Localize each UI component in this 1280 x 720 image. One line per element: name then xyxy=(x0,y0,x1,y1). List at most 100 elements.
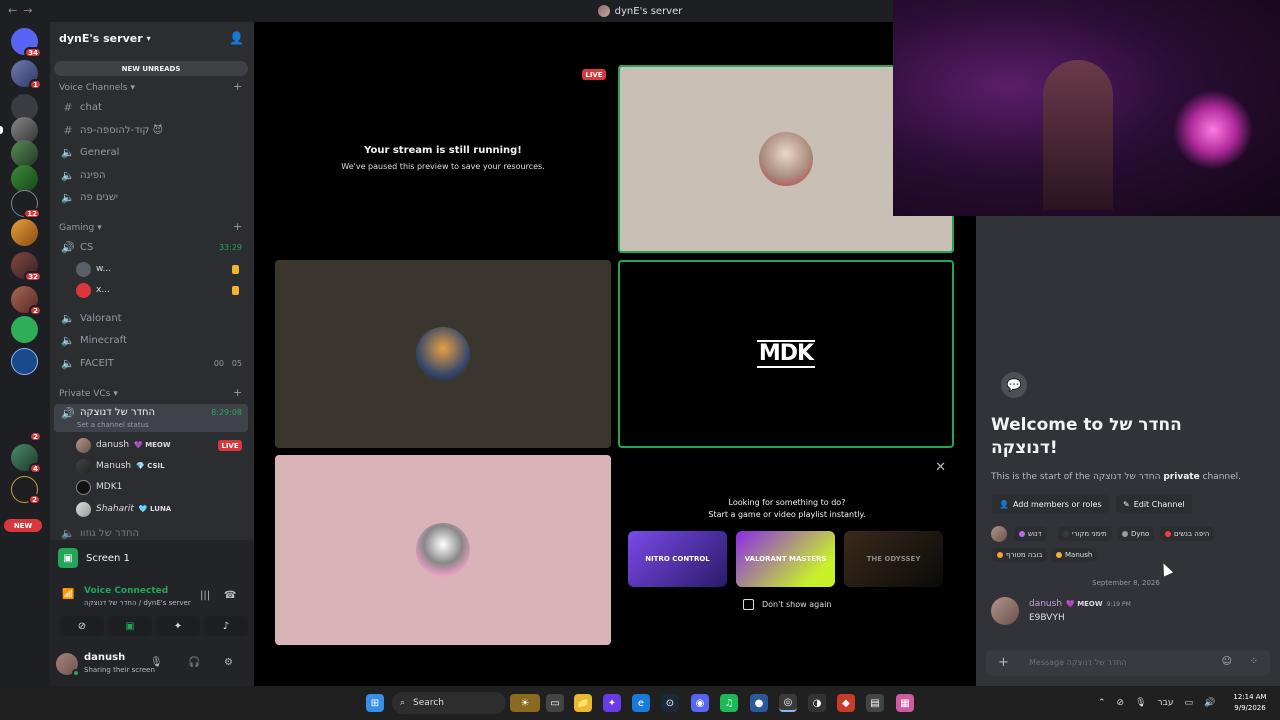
network-off-icon[interactable]: ⊘ xyxy=(1117,698,1125,708)
server-icon[interactable]: 1 xyxy=(11,60,42,90)
activities-button[interactable]: ✦ xyxy=(156,616,200,636)
voice-user[interactable]: MDK1 xyxy=(76,478,122,496)
role-chip[interactable]: היפה בנשים xyxy=(1160,527,1215,541)
language-indicator[interactable]: עבר xyxy=(1158,698,1174,708)
soundboard-button[interactable]: ♪ xyxy=(204,616,248,636)
add-members-button[interactable]: 👤 Add members or roles xyxy=(992,495,1109,513)
voice-user[interactable]: x... xyxy=(76,281,110,299)
category-gaming[interactable]: Gaming ▾ xyxy=(59,223,102,233)
voice-user[interactable]: danush 💜 MEOW xyxy=(76,436,171,454)
signal-icon[interactable]: 📶 xyxy=(62,589,74,600)
volume-icon[interactable]: 🔊 xyxy=(1204,698,1215,708)
camera-off-button[interactable]: ⊘ xyxy=(60,616,104,636)
screen-share-button[interactable]: ▣ xyxy=(108,616,152,636)
clock[interactable]: 12:14 AM 9/9/2026 xyxy=(1226,692,1274,714)
add-channel-icon[interactable]: + xyxy=(233,386,242,399)
app-icon[interactable]: ▤ xyxy=(866,694,884,712)
widgets-icon[interactable]: ☀ xyxy=(510,694,540,712)
add-channel-icon[interactable]: + xyxy=(233,220,242,233)
voice-user[interactable]: Manush 💎 CSIL xyxy=(76,457,165,475)
server-icon[interactable]: 32 xyxy=(11,252,42,282)
participant-tile[interactable] xyxy=(275,455,611,645)
plus-icon[interactable]: + xyxy=(998,655,1009,670)
new-unreads-banner[interactable]: NEW UNREADS xyxy=(54,61,248,76)
role-chip[interactable]: Dyno xyxy=(1117,527,1155,541)
dont-show-label[interactable]: Don't show again xyxy=(762,600,831,609)
channel-faceit[interactable]: 🔈 FACEIT 00 05 xyxy=(54,353,248,373)
microphone-icon[interactable]: 🎙 xyxy=(150,657,163,668)
server-icon[interactable] xyxy=(11,316,38,343)
voice-connected-label[interactable]: Voice Connected xyxy=(84,586,168,596)
server-icon[interactable]: 4 xyxy=(11,444,42,474)
channel-corner[interactable]: 🔈 הפינה xyxy=(54,165,248,185)
category-private-vcs[interactable]: Private VCs ▾ xyxy=(59,389,118,399)
gear-icon[interactable]: ⚙ xyxy=(224,657,233,668)
microphone-icon[interactable]: 🎙 xyxy=(1135,698,1146,708)
copilot-icon[interactable]: ✦ xyxy=(603,694,621,712)
edit-channel-button[interactable]: ✎ Edit Channel xyxy=(1116,495,1192,513)
invite-people-icon[interactable]: 👤 xyxy=(229,31,244,45)
role-chip[interactable]: בובה מטורף xyxy=(992,548,1048,562)
channel-sleeping[interactable]: 🔈 ישנים פה xyxy=(54,187,248,207)
start-icon[interactable]: ⊞ xyxy=(366,694,384,712)
channel-valorant[interactable]: 🔈 Valorant xyxy=(54,308,248,328)
channel-next-room[interactable]: 🔈 החדר של גוזוו xyxy=(54,526,248,540)
server-icon[interactable]: 2 xyxy=(11,286,42,316)
close-icon[interactable]: ✕ xyxy=(935,460,946,475)
composer-placeholder[interactable]: Message החדר של דנוצקה xyxy=(1029,658,1127,667)
file-explorer-icon[interactable]: 📁 xyxy=(574,694,592,712)
app-icon[interactable]: ◑ xyxy=(808,694,826,712)
network-icon[interactable]: ▭ xyxy=(1184,698,1193,708)
task-view-icon[interactable]: ▭ xyxy=(546,694,564,712)
participant-tile[interactable]: MDK xyxy=(618,260,954,448)
app-icon[interactable]: ◆ xyxy=(837,694,855,712)
user-name[interactable]: danush xyxy=(84,652,125,663)
disconnect-icon[interactable]: ☎ xyxy=(224,590,236,601)
message-author[interactable]: danush xyxy=(1029,599,1062,609)
dont-show-checkbox[interactable] xyxy=(743,599,754,610)
channel-chat[interactable]: # chat xyxy=(54,97,248,117)
app-icon[interactable]: ▦ xyxy=(896,694,914,712)
discord-icon[interactable]: ◉ xyxy=(691,694,709,712)
spotify-icon[interactable]: ♫ xyxy=(720,694,738,712)
edge-icon[interactable]: e xyxy=(632,694,650,712)
history-nav-icons[interactable]: ←→ xyxy=(8,4,38,17)
direct-messages-icon[interactable]: 34 xyxy=(11,28,42,58)
category-voice-channels[interactable]: Voice Channels ▾ xyxy=(59,83,135,93)
game-card[interactable]: NITRO CONTROL xyxy=(628,531,727,587)
channel-invite-code[interactable]: # קוד-להוספה-פה 😈 xyxy=(54,120,248,140)
emoji-icon[interactable]: ☺ xyxy=(1222,656,1232,667)
noise-suppression-icon[interactable]: ||| xyxy=(200,590,210,601)
app-icon[interactable]: ● xyxy=(750,694,768,712)
participant-tile[interactable] xyxy=(275,260,611,448)
taskbar-search[interactable]: ⌕ Search xyxy=(392,692,506,714)
server-icon[interactable]: 2 xyxy=(11,412,42,442)
headphones-icon[interactable]: 🎧 xyxy=(188,657,200,668)
channel-minecraft[interactable]: 🔈 Minecraft xyxy=(54,330,248,350)
server-icon[interactable] xyxy=(11,348,38,375)
channel-cs[interactable]: 🔊 CS 33:29 xyxy=(54,237,248,257)
server-header[interactable]: dynE's server ▾ 👤 xyxy=(50,22,254,54)
server-icon[interactable] xyxy=(11,380,38,407)
game-card[interactable]: THE ODYSSEY xyxy=(844,531,943,587)
game-card[interactable]: VALORANT MASTERS xyxy=(736,531,835,587)
server-icon[interactable]: 12 xyxy=(11,190,41,219)
server-icon[interactable] xyxy=(11,165,38,192)
channel-status-hint[interactable]: Set a channel status xyxy=(77,421,149,429)
new-unreads-pill[interactable]: NEW xyxy=(4,519,42,532)
message-composer[interactable]: + Message החדר של דנוצקה ☺ ⁘ xyxy=(986,650,1270,676)
add-channel-icon[interactable]: + xyxy=(233,80,242,93)
role-chip[interactable]: דנוש xyxy=(1014,527,1047,541)
server-icon[interactable] xyxy=(11,140,38,167)
apps-icon[interactable]: ⁘ xyxy=(1250,656,1258,667)
role-chip[interactable]: תימני מקורי xyxy=(1058,527,1112,541)
voice-user[interactable]: w... xyxy=(76,260,111,278)
role-chip[interactable]: Manush xyxy=(1051,548,1098,562)
avatar[interactable] xyxy=(991,597,1019,625)
voice-user[interactable]: Shaharit 🩵 LUNA xyxy=(76,500,171,518)
voice-channel-path[interactable]: החדר של דנוצקה / dynE's server xyxy=(84,599,191,607)
chevron-up-icon[interactable]: ⌃ xyxy=(1098,698,1106,708)
steam-icon[interactable]: ⊙ xyxy=(661,694,679,712)
server-icon[interactable] xyxy=(11,219,38,246)
server-icon[interactable]: 2 xyxy=(11,476,41,505)
